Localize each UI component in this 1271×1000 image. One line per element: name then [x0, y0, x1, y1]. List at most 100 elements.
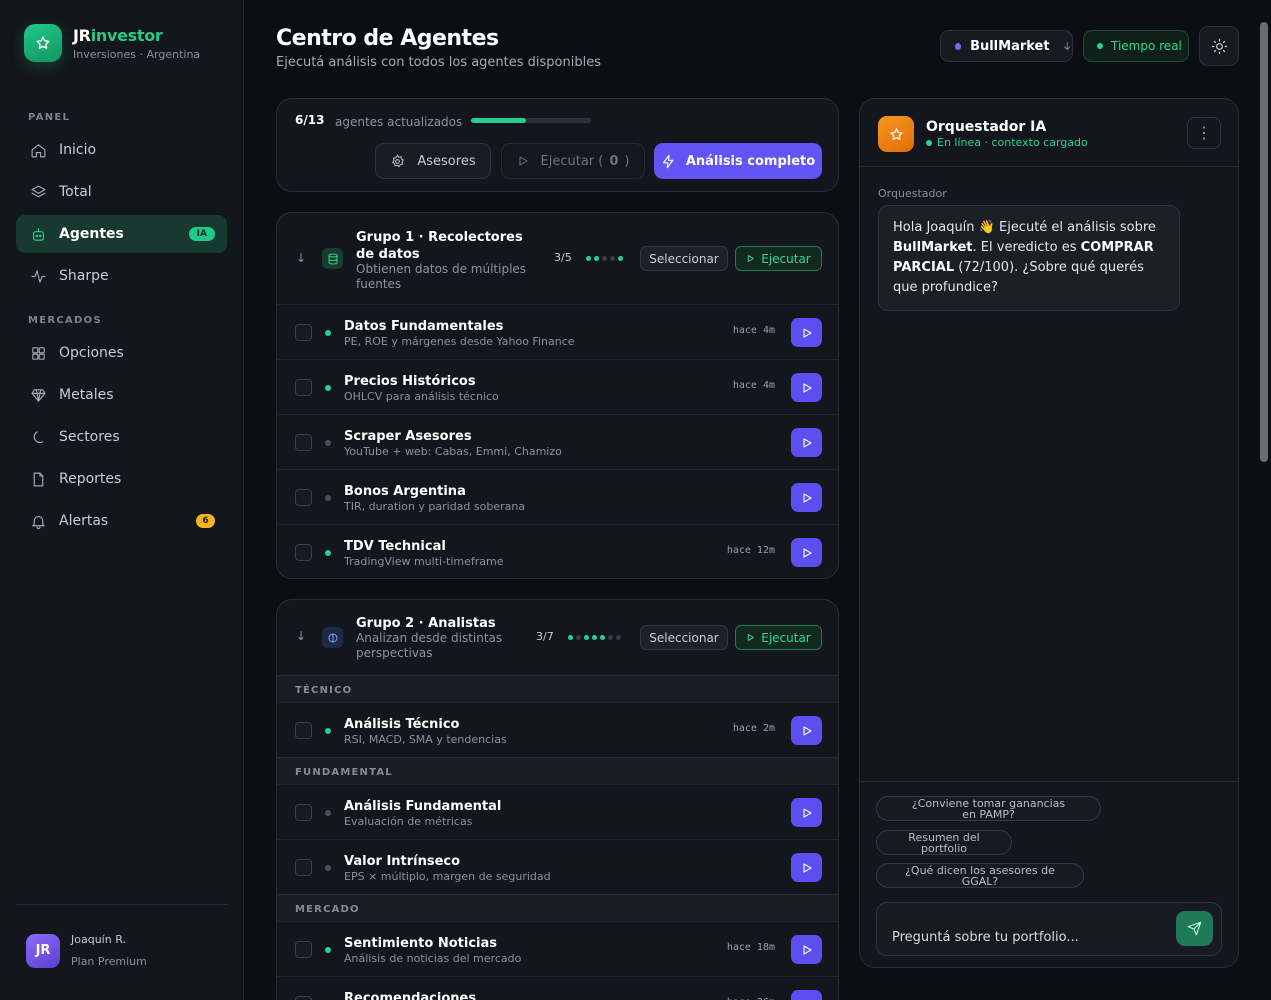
run-agent-button[interactable] [791, 853, 822, 882]
play-icon [802, 437, 812, 448]
advisors-button[interactable]: Asesores [375, 143, 491, 179]
agent-description: OHLCV para análisis técnico [344, 390, 499, 403]
sun-icon [1211, 38, 1227, 54]
run-agent-button[interactable] [791, 798, 822, 827]
run-group-button[interactable]: Ejecutar [735, 625, 822, 650]
chat-title: Orquestador IA [926, 119, 1047, 135]
agent-checkbox[interactable] [295, 434, 312, 451]
group-description: Analizan desde distintas perspectivas [356, 631, 503, 660]
realtime-badge[interactable]: Tiempo real [1083, 30, 1189, 62]
chat-footer: ¿Conviene tomar ganancias en PAMP? Resum… [860, 781, 1238, 967]
layers-icon [31, 185, 46, 197]
agent-checkbox[interactable] [295, 941, 312, 958]
sidebar-item-total[interactable]: Total [16, 173, 227, 211]
agent-status-dot [325, 385, 331, 391]
play-icon [802, 547, 812, 558]
agent-row[interactable]: Recomendacioneshace 26m [277, 976, 838, 1000]
run-agent-button[interactable] [791, 483, 822, 512]
group-card-analysts: ↓ Grupo 2 · Analistas Analizan desde dis… [276, 599, 839, 1000]
sidebar-item-label: Sectores [59, 429, 120, 445]
agent-name: Valor Intrínseco [344, 854, 461, 869]
status-dot [594, 256, 599, 261]
lightning-icon [662, 154, 674, 168]
orchestrator-star-icon [878, 116, 914, 152]
sidebar-item-metales[interactable]: Metales [16, 376, 227, 414]
agent-status-dot [325, 810, 331, 816]
sidebar-item-alertas[interactable]: Alertas 6 [16, 502, 227, 540]
full-analysis-button[interactable]: Análisis completo [654, 143, 822, 179]
user-profile[interactable]: JR Joaquín R. Plan Premium [26, 933, 147, 968]
sidebar-item-opciones[interactable]: Opciones [16, 334, 227, 372]
agent-checkbox[interactable] [295, 804, 312, 821]
agent-row[interactable]: Scraper Asesores YouTube + web: Cabas, Em… [277, 414, 838, 469]
chat-input[interactable]: Preguntá sobre tu portfolio... [876, 902, 1222, 956]
sidebar-item-sharpe[interactable]: Sharpe [16, 257, 227, 295]
run-agent-button[interactable] [791, 428, 822, 457]
sidebar-item-inicio[interactable]: Inicio [16, 131, 227, 169]
sidebar-item-reportes[interactable]: Reportes [16, 460, 227, 498]
agent-row[interactable]: TDV Technical TradingView multi-timeframe… [277, 524, 838, 578]
status-dot [616, 635, 621, 640]
play-icon [802, 807, 812, 818]
agent-row[interactable]: Precios Históricos OHLCV para análisis té… [277, 359, 838, 414]
brand[interactable]: JRinvestor Inversiones · Argentina [24, 24, 200, 62]
agent-name: Sentimiento Noticias [344, 936, 498, 951]
send-icon [1187, 921, 1202, 936]
subsection-label-fundamental: FUNDAMENTAL [277, 757, 838, 785]
agent-status-dot [325, 440, 331, 446]
sidebar-item-label: Inicio [59, 142, 97, 158]
agent-checkbox[interactable] [295, 324, 312, 341]
play-icon [748, 634, 755, 641]
more-options-icon[interactable]: ⋮ [1187, 117, 1221, 149]
realtime-label: Tiempo real [1111, 39, 1182, 53]
agent-row[interactable]: Valor Intrínseco EPS × múltiplo, margen d… [277, 839, 838, 894]
sidebar-item-sectores[interactable]: Sectores [16, 418, 227, 456]
sidebar-item-label: Reportes [59, 471, 122, 487]
agent-checkbox[interactable] [295, 859, 312, 876]
run-group-button[interactable]: Ejecutar [735, 246, 822, 271]
run-agent-button[interactable] [791, 990, 822, 1000]
agent-row[interactable]: Análisis Fundamental Evaluación de métric… [277, 784, 838, 839]
suggestion-chip[interactable]: ¿Qué dicen los asesores de GGAL? [876, 863, 1084, 888]
status-dot [608, 635, 613, 640]
live-dot-icon [1097, 43, 1103, 49]
theme-toggle-button[interactable] [1199, 26, 1239, 66]
group-card-collectors: ↓ Grupo 1 · Recolectores de datos Obtien… [276, 212, 839, 579]
agent-description: TIR, duration y paridad soberana [344, 500, 526, 513]
user-plan: Plan Premium [71, 955, 147, 968]
run-agent-button[interactable] [791, 318, 822, 347]
run-selected-button[interactable]: Ejecutar ( 0 ) [501, 143, 645, 179]
agent-checkbox[interactable] [295, 544, 312, 561]
collapse-arrow-icon[interactable]: ↓ [296, 629, 306, 643]
run-agent-button[interactable] [791, 935, 822, 964]
chat-header: Orquestador IA En línea · contexto carga… [860, 99, 1238, 167]
run-agent-button[interactable] [791, 373, 822, 402]
agent-checkbox[interactable] [295, 722, 312, 739]
page-scrollbar[interactable] [1260, 22, 1268, 462]
agent-last-run: hace 4m [732, 380, 775, 391]
agent-row[interactable]: Datos Fundamentales PE, ROE y márgenes de… [277, 304, 838, 359]
agent-checkbox[interactable] [295, 489, 312, 506]
agent-name: Bonos Argentina [344, 484, 466, 499]
sidebar-item-agentes[interactable]: Agentes IA [16, 215, 227, 253]
gem-icon [31, 388, 46, 402]
select-button[interactable]: Seleccionar [640, 625, 728, 650]
agent-checkbox[interactable] [295, 996, 312, 1000]
send-button[interactable] [1176, 911, 1213, 946]
run-agent-button[interactable] [791, 716, 822, 745]
agent-row[interactable]: Sentimiento Noticias Análisis de noticias… [277, 921, 838, 976]
status-dot [602, 256, 607, 261]
suggestion-chip[interactable]: ¿Conviene tomar ganancias en PAMP? [876, 796, 1101, 821]
agent-checkbox[interactable] [295, 379, 312, 396]
sidebar: JRinvestor Inversiones · Argentina PANEL… [0, 0, 244, 1000]
broker-label: BullMarket [970, 38, 1050, 54]
select-button[interactable]: Seleccionar [640, 246, 728, 271]
agent-row[interactable]: Análisis Técnico RSI, MACD, SMA y tendenc… [277, 702, 838, 757]
broker-selector[interactable]: BullMarket [940, 30, 1073, 62]
run-agent-button[interactable] [791, 538, 822, 567]
run-selected-label: Ejecutar ( [540, 153, 604, 169]
collapse-arrow-icon[interactable]: ↓ [296, 251, 306, 265]
agent-row[interactable]: Bonos Argentina TIR, duration y paridad s… [277, 469, 838, 524]
sidebar-divider [16, 904, 227, 905]
suggestion-chip[interactable]: Resumen del portfolio [876, 830, 1012, 855]
